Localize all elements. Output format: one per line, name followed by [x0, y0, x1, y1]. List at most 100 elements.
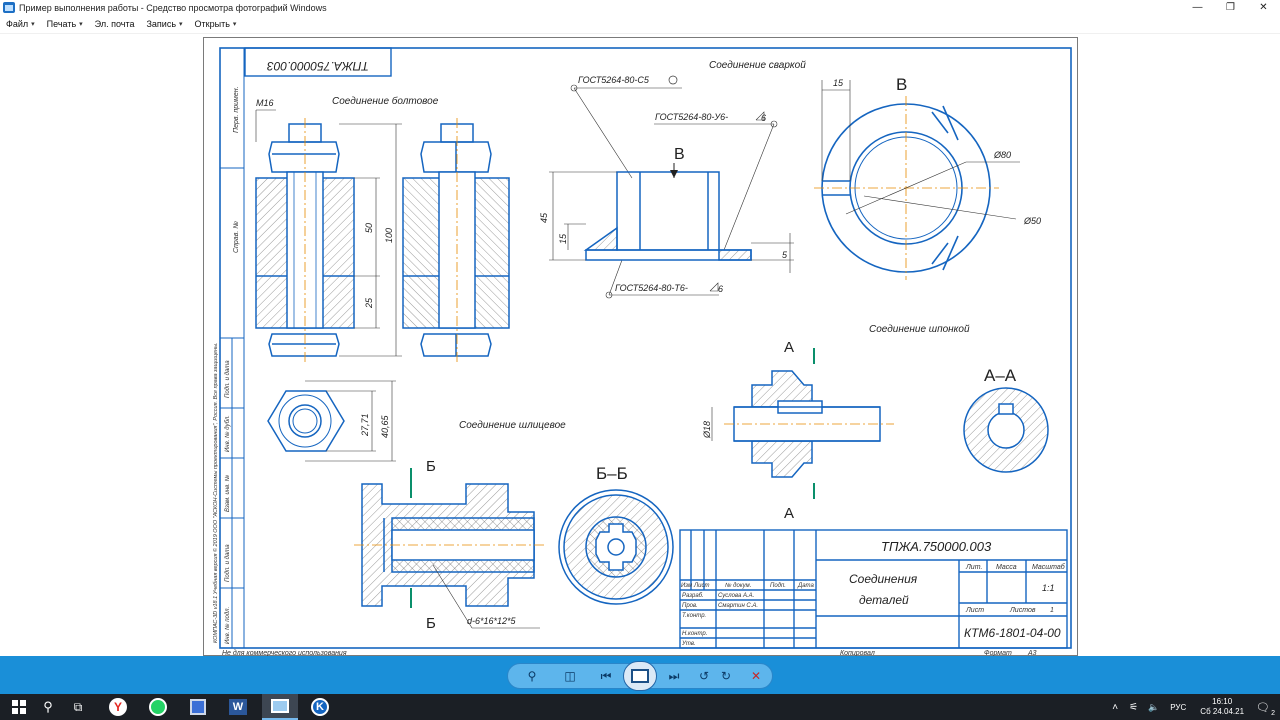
taskbar-word[interactable]: W [224, 694, 252, 720]
yandex-browser-icon: Y [109, 698, 127, 716]
windows-logo-icon [12, 700, 26, 714]
tb-sheets-value: 1 [1050, 607, 1054, 614]
dim-25: 25 [364, 297, 374, 309]
weld-all-round-icon [668, 75, 678, 85]
tb-col-list: Лист [693, 583, 709, 589]
taskbar-photo-viewer-active[interactable] [262, 694, 298, 720]
kompas-icon: K [311, 698, 329, 716]
kompas-version-stamp: КОМПАС-3D v18.1 Учебная версия © 2019 ОО… [212, 342, 219, 643]
window-title: Пример выполнения работы - Средство прос… [19, 2, 327, 13]
menu-print[interactable]: Печать ▾ [47, 19, 83, 29]
start-button[interactable] [6, 694, 32, 720]
weld-callout-t6-leg: 6 [718, 284, 723, 294]
tb-role-checker: Пров. [682, 603, 698, 609]
whatsapp-icon [149, 698, 167, 716]
title-welded: Соединение сваркой [709, 60, 806, 71]
dim-5: 5 [782, 250, 788, 260]
taskbar: ⚲ ⧉ Y W K ˄ ⚟ 🔈 РУС 16:10 Сб 24.04.21 🗨 … [0, 694, 1280, 720]
clock-date: Сб 24.04.21 [1200, 707, 1245, 716]
taskbar-whatsapp[interactable] [144, 694, 172, 720]
chevron-down-icon: ▾ [232, 21, 237, 28]
dim-50: 50 [364, 223, 374, 233]
dim-thread-m16: M16 [256, 98, 274, 108]
tb-name-developer: Суслова А.А. [718, 593, 754, 599]
zoom-icon[interactable]: ⚲ [522, 666, 542, 686]
tb-name-checker: Смартин С.А. [718, 603, 758, 609]
view-b-arrowhead [670, 170, 678, 178]
tb-name-line2: деталей [859, 593, 909, 607]
tb-role-approved: Утв. [681, 641, 696, 647]
tb-lit: Лит. [965, 564, 982, 571]
dim-40-65: 40,65 [380, 414, 390, 438]
notification-count: 2 [1271, 709, 1275, 717]
title-bolted: Соединение болтовое [332, 95, 439, 107]
side-label-orig-inv: Инв. № подл. [224, 607, 231, 644]
drawing-sheet: Перв. примен. Справ. № Подп. и дата Инв.… [203, 37, 1078, 657]
designation-top: ТПЖА.750000.003 [267, 59, 369, 73]
minimize-button[interactable]: — [1181, 0, 1214, 15]
menu-open[interactable]: Открыть ▾ [195, 19, 237, 29]
spline-section-view [558, 489, 674, 605]
tb-scale-value: 1:1 [1042, 583, 1055, 593]
menu-email-label: Эл. почта [94, 19, 135, 29]
key-section-title: А–А [984, 366, 1017, 385]
rotate-right-icon[interactable]: ↻ [716, 666, 736, 686]
key-section-view [963, 387, 1049, 473]
clock[interactable]: 16:10 Сб 24.04.21 [1200, 697, 1244, 717]
tb-col-date: Дата [797, 583, 814, 589]
tb-org: КТМ6-1801-04-00 [964, 626, 1061, 640]
tb-name-line1: Соединения [849, 572, 918, 586]
key-section-a-bottom: А [784, 505, 794, 522]
previous-icon[interactable]: ⏮ [596, 666, 616, 686]
weld-callout-u6: ГОСТ5264-80-У6- [655, 112, 728, 122]
view-b-letter: В [674, 146, 685, 163]
taskbar-yandex-browser[interactable]: Y [104, 694, 132, 720]
actual-size-icon[interactable]: ◫ [560, 666, 580, 686]
slideshow-icon [631, 669, 649, 683]
menu-file[interactable]: Файл ▾ [6, 19, 35, 29]
side-strip [219, 47, 245, 649]
menu-open-label: Открыть [194, 19, 230, 29]
chevron-down-icon: ▾ [79, 21, 83, 28]
image-viewport[interactable]: Перв. примен. Справ. № Подп. и дата Инв.… [0, 34, 1280, 657]
spline-section-title: Б–Б [596, 464, 628, 483]
tb-mass: Масса [996, 564, 1017, 571]
maximize-button[interactable]: ❐ [1214, 0, 1247, 15]
side-label-sign-date-2: Подп. и дата [225, 544, 231, 582]
dim-15-view-b: 15 [833, 78, 844, 88]
volume-icon[interactable]: 🔈 [1148, 702, 1159, 713]
menu-burn[interactable]: Запись ▾ [146, 19, 182, 29]
language-indicator[interactable]: РУС [1170, 703, 1186, 712]
side-label-first-use: Перв. примен. [233, 86, 240, 133]
menu-bar: Файл ▾ Печать ▾ Эл. почта Запись ▾ Открыть ▾ [0, 15, 1280, 34]
photo-viewer-icon [271, 699, 289, 713]
side-label-ref-no: Справ. № [233, 221, 240, 253]
word-icon: W [229, 699, 247, 715]
search-icon[interactable]: ⚲ [36, 694, 60, 720]
next-icon[interactable]: ⏭ [664, 666, 684, 686]
title-bar: Пример выполнения работы - Средство прос… [0, 0, 1280, 15]
delete-icon[interactable]: ✕ [746, 666, 766, 686]
tb-col-sign: Подп. [770, 583, 786, 589]
task-view-icon[interactable]: ⧉ [66, 694, 90, 720]
taskbar-kompas[interactable]: K [306, 694, 334, 720]
rotate-left-icon[interactable]: ↺ [694, 666, 714, 686]
show-hidden-icons-icon[interactable]: ˄ [1112, 702, 1118, 713]
menu-email[interactable]: Эл. почта [95, 19, 135, 29]
spline-section-b-top: Б [426, 458, 436, 475]
tb-designation: ТПЖА.750000.003 [881, 539, 992, 554]
side-label-sign-date-1: Подп. и дата [225, 360, 231, 398]
clock-time: 16:10 [1212, 697, 1233, 706]
notification-center-icon[interactable]: 🗨 2 [1256, 701, 1275, 717]
bolt-side-view [402, 123, 510, 357]
weld-callout-t6: ГОСТ5264-80-Т6- [615, 283, 688, 293]
network-icon[interactable]: ⚟ [1129, 702, 1138, 713]
tb-scale: Масштаб [1032, 563, 1066, 571]
close-button[interactable]: ✕ [1247, 0, 1280, 15]
nut-top-view [267, 390, 345, 452]
slideshow-button[interactable] [623, 661, 657, 691]
taskbar-save-app[interactable] [184, 694, 212, 720]
title-splined: Соединение шлицевое [459, 420, 566, 431]
floppy-disk-icon [190, 699, 206, 715]
dim-15-weld: 15 [558, 233, 568, 244]
